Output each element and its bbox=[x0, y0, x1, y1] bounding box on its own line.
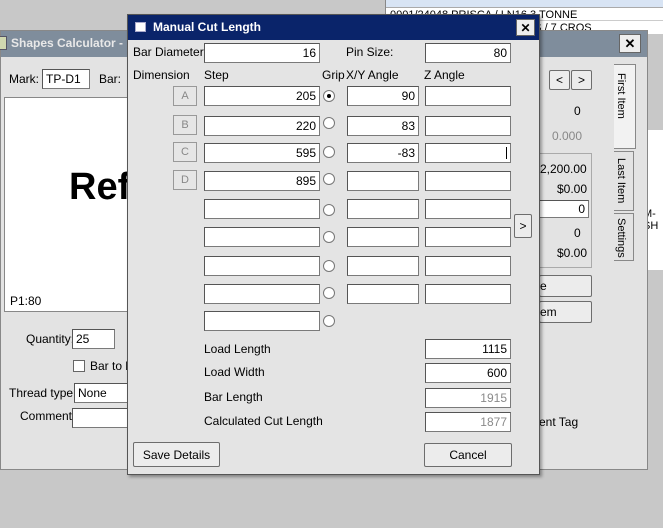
z-angle-field-d[interactable] bbox=[425, 171, 511, 191]
ent-tag-label: ent Tag bbox=[539, 415, 579, 429]
right-value-2: 2,200.00 bbox=[540, 162, 587, 176]
z-angle-field-8[interactable] bbox=[425, 284, 511, 304]
quantity-label: Quantity: bbox=[26, 332, 75, 346]
right-value-4[interactable]: 0 bbox=[539, 200, 589, 218]
bar-diameter-field[interactable]: 16 bbox=[204, 43, 320, 63]
mark-label: Mark: bbox=[9, 72, 39, 86]
calculated-cut-length-label: Calculated Cut Length bbox=[204, 414, 323, 428]
header-grip: Grip bbox=[322, 68, 345, 82]
step-field-8[interactable] bbox=[204, 284, 320, 304]
grip-radio-8[interactable] bbox=[323, 287, 335, 299]
grip-radio-a[interactable] bbox=[323, 90, 335, 102]
grip-radio-7[interactable] bbox=[323, 260, 335, 272]
xy-angle-field-8[interactable] bbox=[347, 284, 419, 304]
grip-radio-b[interactable] bbox=[323, 117, 335, 129]
manual-cut-length-dialog: Manual Cut Length ✕ Bar Diameter 16 Pin … bbox=[127, 14, 540, 475]
list-row[interactable] bbox=[386, 0, 663, 8]
shape-preview: Ref P1:80 bbox=[4, 97, 131, 312]
load-length-field[interactable]: 1115 bbox=[425, 339, 511, 359]
thread-select[interactable]: None bbox=[74, 383, 130, 403]
tab-last-item[interactable]: Last Item bbox=[614, 151, 634, 211]
step-field-9[interactable] bbox=[204, 311, 320, 331]
z-angle-field-5[interactable] bbox=[425, 199, 511, 219]
header-z-angle: Z Angle bbox=[424, 68, 465, 82]
grip-radio-6[interactable] bbox=[323, 231, 335, 243]
save-details-button[interactable]: Save Details bbox=[133, 442, 220, 467]
right-button-1[interactable]: e bbox=[539, 275, 592, 297]
text-cursor bbox=[506, 147, 507, 159]
right-button-2[interactable]: em bbox=[539, 301, 592, 323]
bar-to-checkbox[interactable] bbox=[73, 360, 85, 372]
xy-angle-field-d[interactable] bbox=[347, 171, 419, 191]
dimension-button-c[interactable]: C bbox=[173, 142, 197, 162]
dialog-close-button[interactable]: ✕ bbox=[516, 19, 535, 36]
dimension-button-a[interactable]: A bbox=[173, 86, 197, 106]
grip-radio-d[interactable] bbox=[323, 173, 335, 185]
right-value-0: 0 bbox=[574, 104, 581, 118]
tab-settings[interactable]: Settings bbox=[614, 213, 634, 261]
load-width-field[interactable]: 600 bbox=[425, 363, 511, 383]
right-value-6: $0.00 bbox=[557, 246, 588, 260]
step-field-7[interactable] bbox=[204, 256, 320, 276]
bar-label: Bar: bbox=[99, 72, 122, 86]
bar-length-label: Bar Length bbox=[204, 390, 263, 404]
xy-angle-field-a[interactable]: 90 bbox=[347, 86, 419, 106]
z-angle-field-6[interactable] bbox=[425, 227, 511, 247]
step-field-b[interactable]: 220 bbox=[204, 116, 320, 136]
pin-size-field[interactable]: 80 bbox=[425, 43, 511, 63]
dimension-button-d[interactable]: D bbox=[173, 170, 197, 190]
preview-pin: P1:80 bbox=[10, 294, 42, 308]
comment-field[interactable] bbox=[72, 408, 130, 428]
preview-text: Ref bbox=[69, 166, 131, 208]
comment-label: Comment: bbox=[20, 409, 76, 423]
xy-angle-field-7[interactable] bbox=[347, 256, 419, 276]
right-value-1: 0.000 bbox=[552, 129, 583, 143]
xy-angle-field-6[interactable] bbox=[347, 227, 419, 247]
bar-length-field: 1915 bbox=[425, 388, 511, 408]
thread-label: Thread type: bbox=[9, 386, 77, 400]
header-step: Step bbox=[204, 68, 229, 82]
right-value-5: 0 bbox=[574, 226, 581, 240]
quantity-field[interactable]: 25 bbox=[72, 329, 115, 349]
bar-to-label: Bar to b bbox=[90, 359, 133, 373]
mark-field[interactable]: TP-D1 bbox=[42, 69, 90, 89]
right-value-3: $0.00 bbox=[557, 182, 588, 196]
header-xy-angle: X/Y Angle bbox=[346, 68, 399, 82]
z-angle-field-a[interactable] bbox=[425, 86, 511, 106]
xy-angle-field-c[interactable]: -83 bbox=[347, 143, 419, 163]
dialog-titlebar: Manual Cut Length ✕ bbox=[128, 15, 539, 40]
z-angle-field-7[interactable] bbox=[425, 256, 511, 276]
dimension-button-b[interactable]: B bbox=[173, 115, 197, 135]
header-dimension: Dimension bbox=[133, 68, 190, 82]
step-field-6[interactable] bbox=[204, 227, 320, 247]
z-angle-field-c[interactable] bbox=[425, 143, 511, 163]
bar-diameter-label: Bar Diameter bbox=[133, 45, 204, 59]
dialog-title: Manual Cut Length bbox=[153, 20, 261, 34]
shapes-close-button[interactable]: ✕ bbox=[619, 34, 641, 53]
app-icon bbox=[0, 36, 7, 50]
nav-prev-button[interactable]: < bbox=[549, 70, 570, 90]
load-length-label: Load Length bbox=[204, 342, 271, 356]
xy-angle-field-5[interactable] bbox=[347, 199, 419, 219]
step-field-a[interactable]: 205 bbox=[204, 86, 320, 106]
grip-radio-9[interactable] bbox=[323, 315, 335, 327]
scroll-right-button[interactable]: > bbox=[514, 214, 532, 238]
dialog-app-icon bbox=[135, 22, 146, 32]
tab-first-item[interactable]: First Item bbox=[614, 64, 636, 149]
calculated-cut-length-field: 1877 bbox=[425, 412, 511, 432]
step-field-d[interactable]: 895 bbox=[204, 171, 320, 191]
z-angle-field-b[interactable] bbox=[425, 116, 511, 136]
cancel-button[interactable]: Cancel bbox=[424, 443, 512, 467]
shapes-title: Shapes Calculator - L bbox=[11, 36, 134, 50]
grip-radio-c[interactable] bbox=[323, 146, 335, 158]
step-field-c[interactable]: 595 bbox=[204, 143, 320, 163]
grip-radio-5[interactable] bbox=[323, 204, 335, 216]
nav-next-button[interactable]: > bbox=[571, 70, 592, 90]
xy-angle-field-b[interactable]: 83 bbox=[347, 116, 419, 136]
pin-size-label: Pin Size: bbox=[346, 45, 394, 59]
step-field-5[interactable] bbox=[204, 199, 320, 219]
load-width-label: Load Width bbox=[204, 365, 265, 379]
right-summary-box: 2,200.00 $0.00 0 0 $0.00 bbox=[539, 153, 592, 268]
